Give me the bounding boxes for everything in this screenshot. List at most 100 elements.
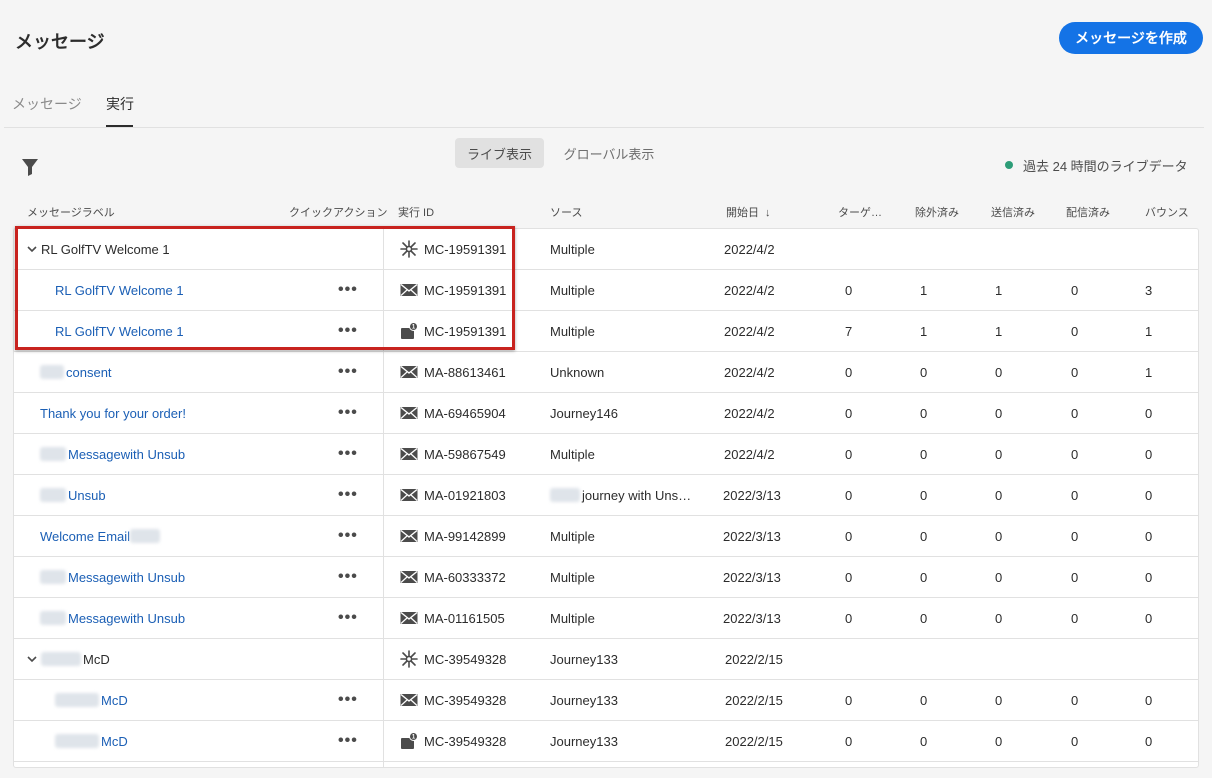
filter-icon[interactable] (22, 158, 38, 176)
message-label[interactable]: Thank you for your order! (40, 393, 186, 433)
column-header-sent[interactable]: 送信済み (991, 204, 1035, 220)
message-label[interactable]: Welcome Email (40, 516, 162, 556)
sent-count: 0 (995, 364, 1003, 380)
bounce-count: 0 (1145, 692, 1153, 708)
message-label[interactable]: Messagewith Unsub (40, 557, 185, 597)
message-label[interactable]: RL GolfTV Welcome 1 (55, 311, 184, 351)
more-icon[interactable]: ••• (338, 721, 358, 761)
sent-count: 1 (995, 282, 1003, 298)
tab-runs[interactable]: 実行 (106, 94, 134, 114)
table-row[interactable]: McD ••• MC-39549328 Journey133 2022/2/15… (14, 680, 1198, 721)
create-message-button[interactable]: メッセージを作成 (1059, 22, 1203, 54)
target-count: 7 (845, 323, 853, 339)
table-row[interactable]: Unsub ••• MA-01921803 journey with Uns… … (14, 475, 1198, 516)
message-label[interactable]: Messagewith Unsub (40, 598, 185, 638)
start-date-cell: 2022/2/15 (725, 651, 783, 667)
run-id-cell: MC-19591391 (400, 270, 506, 310)
message-label[interactable]: McD (55, 721, 128, 761)
table-row[interactable]: Thank you for your order! ••• MA-6946590… (14, 393, 1198, 434)
source-cell: Multiple (550, 229, 595, 269)
more-icon[interactable]: ••• (338, 352, 358, 392)
run-id-text: MC-39549328 (424, 733, 507, 749)
column-header-excluded[interactable]: 除外済み (915, 204, 959, 220)
tab-messages[interactable]: メッセージ (12, 94, 82, 114)
bounce-count: 3 (1145, 282, 1153, 298)
start-date-cell: 2022/2/15 (725, 692, 783, 708)
message-label[interactable]: consent (40, 352, 112, 392)
message-label[interactable]: RL GolfTV Welcome 1 (26, 229, 170, 269)
start-date-cell: 2022/4/2 (724, 405, 775, 421)
source-cell: Multiple (550, 598, 595, 638)
redacted-text (40, 447, 66, 461)
more-icon[interactable]: ••• (338, 393, 358, 433)
start-date-cell: 2022/4/2 (724, 282, 775, 298)
message-label[interactable]: McD (26, 639, 110, 679)
table-row[interactable]: RL GolfTV Welcome 1 ••• MC-19591391 Mult… (14, 270, 1198, 311)
message-label[interactable]: Messagewith Unsub (40, 434, 185, 474)
source-cell: Multiple (550, 516, 595, 556)
excluded-count: 0 (920, 446, 928, 462)
table-row[interactable]: consent ••• MA-88613461 Unknown 2022/4/2… (14, 352, 1198, 393)
start-date-cell: 2022/3/13 (723, 487, 781, 503)
live-view-toggle[interactable]: ライブ表示 (455, 138, 544, 168)
email-icon (400, 283, 418, 296)
more-icon[interactable]: ••• (338, 434, 358, 474)
column-header-label[interactable]: メッセージラベル (27, 204, 115, 220)
start-date-cell: 2022/3/13 (723, 610, 781, 626)
more-icon[interactable]: ••• (338, 475, 358, 515)
column-header-bounce[interactable]: バウンス (1145, 204, 1189, 220)
run-id-text: MA-88613461 (424, 364, 506, 380)
column-header-run-id[interactable]: 実行 ID (398, 204, 434, 220)
column-header-target[interactable]: ターゲ… (838, 204, 882, 220)
arrow-down-icon[interactable]: ↓ (765, 207, 771, 219)
bounce-count: 1 (1145, 364, 1153, 380)
table-row[interactable]: Messagewith Unsub ••• MA-01161505 Multip… (14, 598, 1198, 639)
more-icon[interactable]: ••• (338, 311, 358, 351)
bounce-count: 1 (1145, 323, 1153, 339)
message-label-text: Welcome Email (40, 528, 131, 544)
source-cell: Multiple (550, 557, 595, 597)
live-status-text: 過去 24 時間のライブデータ (1023, 159, 1188, 174)
more-icon[interactable]: ••• (338, 516, 358, 556)
run-id-cell: MA-88613461 (400, 352, 506, 392)
table-row[interactable]: Welcome Email ••• MA-99142899 Multiple 2… (14, 516, 1198, 557)
message-label[interactable]: McD (55, 680, 128, 720)
table-row[interactable]: McD MC-39549328 Journey133 2022/2/15 (14, 639, 1198, 680)
more-icon[interactable]: ••• (338, 598, 358, 638)
target-count: 0 (845, 364, 853, 380)
run-id-text: MA-69465904 (424, 405, 506, 421)
message-label[interactable]: Unsub (40, 475, 106, 515)
delivered-count: 0 (1071, 569, 1079, 585)
column-header-source[interactable]: ソース (550, 204, 582, 220)
start-date-cell: 2022/4/2 (724, 241, 775, 257)
global-view-toggle[interactable]: グローバル表示 (550, 138, 668, 168)
column-header-delivered[interactable]: 配信済み (1066, 204, 1110, 220)
target-count: 0 (845, 446, 853, 462)
chevron-down-icon[interactable] (26, 243, 38, 255)
source-cell: Multiple (550, 434, 595, 474)
more-icon[interactable]: ••• (338, 557, 358, 597)
chevron-down-icon[interactable] (26, 653, 38, 665)
sent-count: 0 (995, 528, 1003, 544)
more-icon[interactable]: ••• (338, 270, 358, 310)
run-id-cell: MA-69465904 (400, 393, 506, 433)
delivered-count: 0 (1071, 733, 1079, 749)
table-row[interactable]: McD ••• 1 MC-39549328 Journey133 2022/2/1… (14, 721, 1198, 762)
table-row[interactable]: Messagewith Unsub ••• MA-60333372 Multip… (14, 557, 1198, 598)
message-label-text: consent (66, 364, 112, 380)
sent-count: 0 (995, 405, 1003, 421)
column-header-start-date[interactable]: 開始日 ↓ (726, 204, 771, 220)
source-text: Unknown (550, 364, 605, 380)
start-date-cell: 2022/3/13 (723, 528, 781, 544)
table-row[interactable]: Messagewith Unsub ••• MA-59867549 Multip… (14, 434, 1198, 475)
message-label[interactable]: RL GolfTV Welcome 1 (55, 270, 184, 310)
table-row[interactable]: RL GolfTV Welcome 1 MC-19591391 Multiple… (14, 229, 1198, 270)
more-icon[interactable]: ••• (338, 680, 358, 720)
table-row[interactable]: RL GolfTV Welcome 1 ••• 1 MC-19591391 Mul… (14, 311, 1198, 352)
message-label-text: Messagewith Unsub (68, 610, 186, 626)
message-label-text: Messagewith Unsub (68, 569, 186, 585)
source-text: journey with Uns… (582, 487, 692, 503)
source-cell: Journey133 (550, 680, 618, 720)
delivered-count: 0 (1071, 487, 1079, 503)
sent-count: 0 (995, 446, 1003, 462)
